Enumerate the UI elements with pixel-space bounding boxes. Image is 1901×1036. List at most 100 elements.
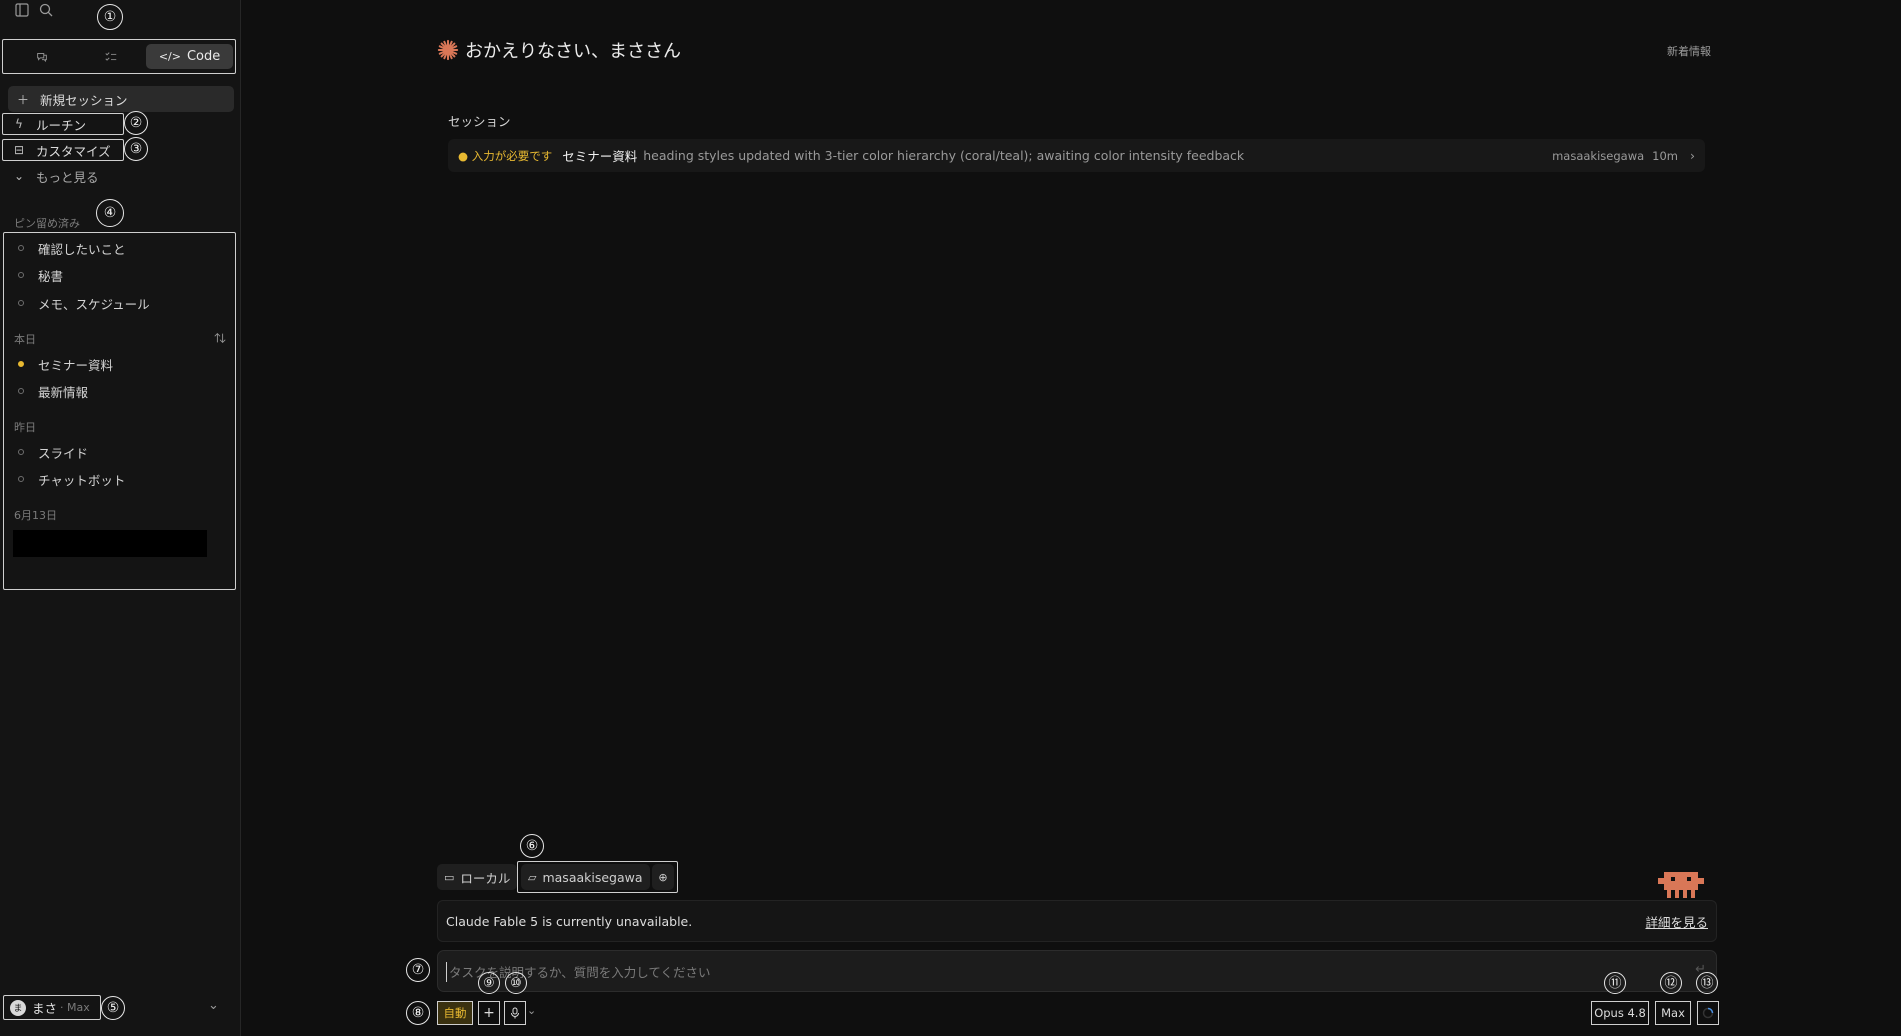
item-label: 最新情報 [38,384,89,400]
customize-label: カスタマイズ [36,143,111,159]
status-dot-icon [18,449,24,455]
usage-indicator[interactable] [1697,1001,1719,1025]
annotation-2: ② [124,111,148,135]
whats-new-link[interactable]: 新着情報 [1667,43,1711,59]
model-unavailable-notice: Claude Fable 5 is currently unavailable.… [437,900,1717,942]
microphone-icon [511,1007,519,1019]
code-mode-tab[interactable]: </> Code [146,44,233,69]
redacted-item [13,530,207,557]
annotation-7: ⑦ [406,958,430,982]
chevron-right-icon: › [1690,148,1695,163]
more-toggle[interactable]: ⌄ もっと見る [4,164,99,188]
sidebar-toggle-icon[interactable] [14,2,30,18]
session-row[interactable]: ● 入力が必要です セミナー資料 heading styles updated … [448,139,1705,172]
annotation-5: ⑤ [101,996,125,1020]
notice-text: Claude Fable 5 is currently unavailable. [446,913,693,929]
item-label: チャットボット [38,472,126,488]
prompt-box: ↵ [437,950,1717,992]
greeting: おかえりなさい、まささん [437,37,681,63]
environment-selector[interactable]: ▭ ローカル [437,864,518,890]
routines-label: ルーチン [36,117,87,133]
code-icon: </> [158,50,181,63]
code-tab-label: Code [186,49,221,64]
today-item[interactable]: セミナー資料 [14,353,113,375]
status-dot-icon [18,245,24,251]
mascot-icon [1658,872,1704,898]
status-badge: ● 入力が必要です [458,148,553,163]
user-plan: · Max [60,1001,90,1014]
item-label: メモ、スケジュール [38,296,150,312]
session-user: masaakisegawa [1552,148,1645,163]
prompt-input[interactable] [446,962,1646,982]
status-dot-icon [18,361,24,367]
chevron-down-icon[interactable]: ⌄ [527,1004,536,1017]
yesterday-heading: 昨日 [14,421,36,434]
annotation-13: ⑬ [1696,972,1718,994]
pinned-item[interactable]: 確認したいこと [14,237,126,259]
folder-plus-icon: ⊕ [658,870,668,884]
sort-icon[interactable] [213,331,227,345]
tasks-mode-tab[interactable] [77,44,147,69]
pinned-item[interactable]: メモ、スケジュール [14,292,150,314]
mode-button[interactable]: 自動 [437,1001,473,1025]
sessions-heading: セッション [448,114,511,129]
bolt-icon: ϟ [15,117,23,131]
status-dot-icon [18,476,24,482]
annotation-4: ④ [96,199,124,227]
annotation-3: ③ [124,137,148,161]
session-title: セミナー資料 [562,149,638,164]
chat-mode-tab[interactable] [7,44,77,69]
page-title: おかえりなさい、まささん [465,41,681,62]
annotation-8: ⑧ [406,1001,430,1025]
annotation-6: ⑥ [520,834,544,858]
status-dot-icon [18,388,24,394]
today-heading: 本日 [14,333,36,346]
details-link[interactable]: 詳細を見る [1645,912,1708,931]
tasks-icon [105,51,117,61]
session-time: 10m [1652,148,1678,163]
folder-icon: ▱ [528,870,537,884]
briefcase-icon: ⊟ [13,143,25,157]
user-menu[interactable]: ま まさ · Max [4,995,101,1020]
new-session-label: 新規セッション [40,92,128,108]
new-session-button[interactable]: ＋ 新規セッション [8,86,234,112]
annotation-11: ⑪ [1604,972,1626,994]
chevron-down-icon[interactable]: ⌄ [208,998,219,1013]
mic-button[interactable] [504,1001,526,1025]
folder-selector[interactable]: ▱ masaakisegawa [521,864,650,890]
search-icon[interactable] [38,2,54,18]
claude-logo-icon [437,39,459,61]
avatar: ま [10,999,26,1016]
folder-add-button[interactable]: ⊕ [652,864,674,890]
folder-label: masaakisegawa [542,869,643,885]
model-selector[interactable]: Opus 4.8 [1591,1001,1649,1025]
progress-ring-icon [1702,1007,1714,1019]
item-label: 確認したいこと [38,241,126,257]
item-label: セミナー資料 [38,357,114,373]
add-attachment-button[interactable]: + [478,1001,500,1025]
customize-link[interactable]: ⊟ カスタマイズ [4,138,111,162]
annotation-12: ⑫ [1660,972,1682,994]
item-label: スライド [38,445,89,461]
date-heading: 6月13日 [14,509,57,522]
effort-selector[interactable]: Max [1655,1001,1691,1025]
item-label: 秘書 [38,268,64,284]
routines-link[interactable]: ϟ ルーチン [4,112,86,136]
mode-switcher: </> Code [4,41,236,72]
chat-icon [36,52,47,62]
annotation-9: ⑨ [478,972,500,994]
user-name: まさ [32,1001,58,1016]
annotation-10: ⑩ [505,972,527,994]
environment-label: ローカル [460,870,511,886]
annotation-1: ① [97,4,123,30]
session-description: heading styles updated with 3-tier color… [643,148,1245,163]
status-dot-icon [18,272,24,278]
sidebar: ① </> Code ＋ 新規セッション ϟ ルーチン ② ⊟ カスタマイズ ③… [0,0,241,1036]
yesterday-item[interactable]: スライド [14,441,88,463]
yesterday-item[interactable]: チャットボット [14,468,125,490]
pinned-item[interactable]: 秘書 [14,264,63,286]
laptop-icon: ▭ [444,870,455,884]
pinned-heading: ピン留め済み [14,217,80,230]
today-item[interactable]: 最新情報 [14,380,88,402]
status-dot-icon [18,300,24,306]
